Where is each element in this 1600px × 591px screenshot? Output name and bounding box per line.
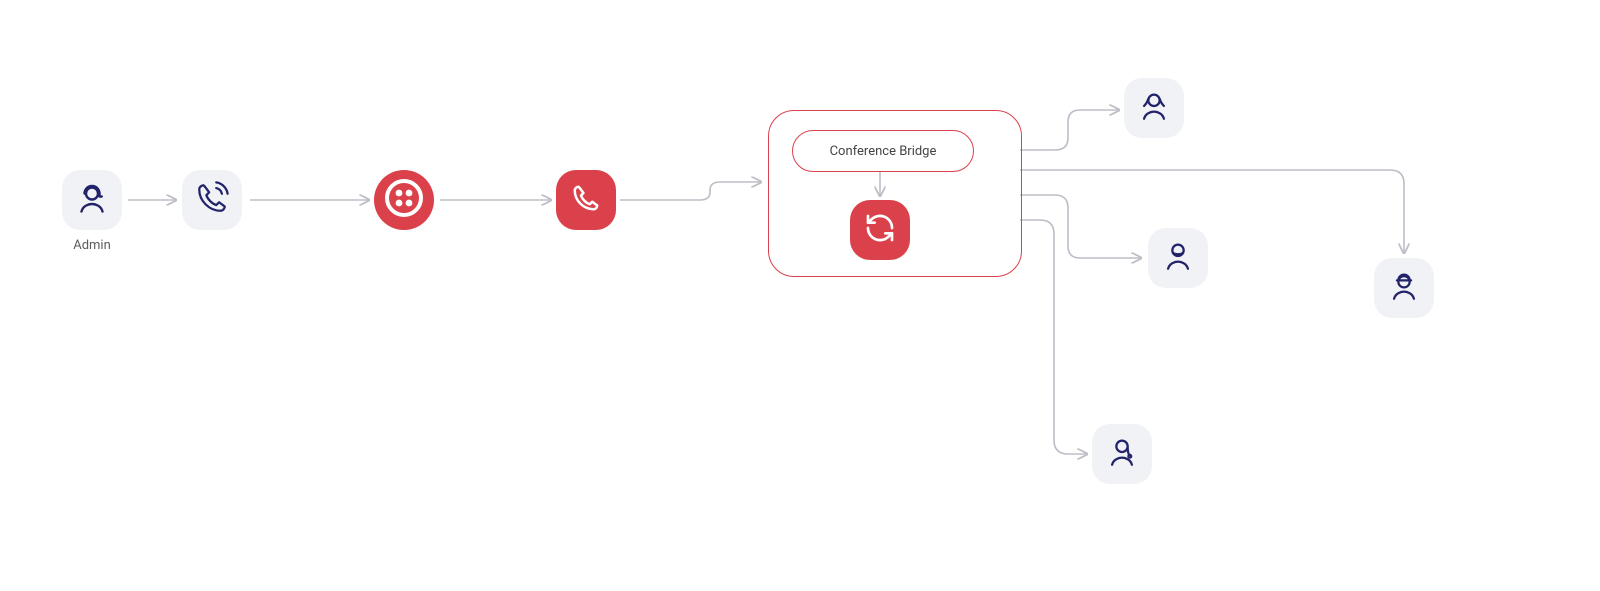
call-node bbox=[182, 170, 242, 230]
conference-bridge-label-pill: Conference Bridge bbox=[792, 130, 974, 172]
twilio-node bbox=[374, 170, 434, 230]
conference-bridge-node bbox=[850, 200, 910, 260]
twilio-logo-icon bbox=[384, 178, 424, 222]
user-d-node bbox=[1374, 258, 1434, 318]
person-worker-icon bbox=[1387, 269, 1421, 307]
person-girl-icon bbox=[1105, 435, 1139, 473]
diagram-canvas: Admin bbox=[0, 0, 1600, 591]
admin-label: Admin bbox=[52, 238, 132, 253]
sync-icon bbox=[864, 212, 896, 248]
conference-bridge-label: Conference Bridge bbox=[830, 144, 937, 159]
user-c-node bbox=[1092, 424, 1152, 484]
person-woman-icon bbox=[1137, 89, 1171, 127]
phone-node bbox=[556, 170, 616, 230]
person-man-icon bbox=[1161, 239, 1195, 277]
user-b-node bbox=[1148, 228, 1208, 288]
connector-layer bbox=[0, 0, 1600, 591]
phone-ringing-icon bbox=[195, 181, 229, 219]
admin-node bbox=[62, 170, 122, 230]
user-a-node bbox=[1124, 78, 1184, 138]
person-headset-icon bbox=[74, 180, 110, 220]
phone-icon bbox=[571, 183, 601, 217]
